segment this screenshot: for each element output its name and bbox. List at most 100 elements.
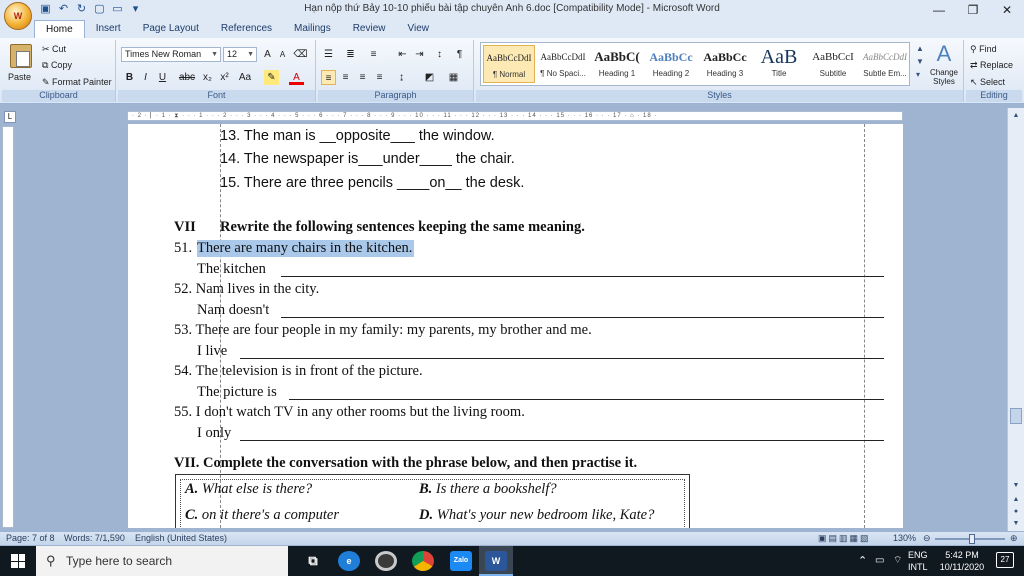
font-name-combo[interactable]: Times New Roman ▼ [121, 47, 221, 62]
increase-indent-icon[interactable]: ⇥ [412, 47, 427, 62]
change-styles-icon[interactable]: A [930, 41, 958, 67]
scroll-up-icon[interactable]: ▲ [1010, 110, 1022, 122]
style-subtitle[interactable]: AaBbCcI Subtitle [807, 45, 859, 83]
edge-browser-icon[interactable]: e [338, 551, 360, 571]
language-indicator[interactable]: English (United States) [135, 533, 227, 543]
tab-review[interactable]: Review [342, 20, 397, 38]
style-heading-2[interactable]: AaBbCc Heading 2 [645, 45, 697, 83]
tab-insert[interactable]: Insert [85, 20, 132, 38]
chrome-browser-icon[interactable] [412, 551, 434, 571]
zoom-level[interactable]: 130% [893, 533, 916, 543]
tab-selector-icon[interactable]: L [4, 111, 16, 123]
previous-page-icon[interactable]: ▲ [1010, 494, 1022, 506]
bold-icon[interactable]: B [122, 70, 137, 85]
bullets-icon[interactable]: ☰ [321, 47, 336, 62]
cut-button[interactable]: ✂ Cut [42, 44, 66, 55]
scroll-down-icon[interactable]: ▼ [1010, 480, 1022, 492]
page-count[interactable]: Page: 7 of 8 [6, 533, 55, 543]
highlight-icon[interactable]: ✎ [264, 70, 279, 85]
office-logo-icon: W [13, 11, 23, 21]
change-case-icon[interactable]: Aa [236, 70, 254, 85]
sort-icon[interactable]: ↕ [432, 47, 447, 62]
change-styles-button[interactable]: Change Styles [925, 68, 963, 86]
system-clock[interactable]: 5:42 PM 10/11/2020 [934, 549, 990, 573]
style-subtle-emphasis[interactable]: AaBbCcDdI Subtle Em... [861, 45, 909, 83]
close-button[interactable]: ✕ [990, 0, 1024, 20]
tab-view[interactable]: View [397, 20, 441, 38]
document-page[interactable]: 13. The man is __opposite___ the window.… [128, 124, 903, 528]
style-normal[interactable]: AaBbCcDdI ¶ Normal [483, 45, 535, 83]
media-player-icon[interactable] [375, 551, 397, 571]
tab-home[interactable]: Home [34, 20, 85, 38]
shrink-font-icon[interactable]: A [275, 47, 290, 62]
answer-line[interactable] [289, 399, 884, 400]
zoom-out-icon[interactable]: ⊖ [923, 533, 931, 544]
multilevel-list-icon[interactable]: ≡ [366, 47, 381, 62]
answer-line[interactable] [240, 358, 884, 359]
subscript-icon[interactable]: x₂ [200, 70, 215, 85]
decrease-indent-icon[interactable]: ⇤ [395, 47, 410, 62]
zalo-app-icon[interactable]: Zalo [450, 551, 472, 571]
editing-group: ⚲ Find ⇄ Replace ↖ Select Editing [966, 40, 1022, 102]
format-painter-button[interactable]: ✎ Format Painter [42, 77, 112, 88]
task-view-icon[interactable]: ⧉ [302, 551, 324, 571]
font-size-combo[interactable]: 12 ▼ [223, 47, 257, 62]
replace-button[interactable]: ⇄ Replace [970, 60, 1013, 71]
answer-prompt: The picture is [197, 384, 277, 400]
horizontal-ruler[interactable]: · 2 · ▏· 1 · ⧗ · · · 1 · · · 2 · · · 3 ·… [127, 111, 903, 121]
paste-icon[interactable] [10, 44, 32, 68]
shading-icon[interactable]: ◩ [422, 70, 437, 85]
battery-icon[interactable]: ▭ [875, 546, 884, 576]
wifi-icon[interactable]: ⌔ [893, 546, 902, 576]
zoom-in-icon[interactable]: ⊕ [1010, 533, 1018, 544]
tab-references[interactable]: References [210, 20, 283, 38]
select-button[interactable]: ↖ Select [970, 77, 1005, 88]
zoom-slider[interactable] [935, 534, 1005, 544]
strikethrough-icon[interactable]: abc [178, 70, 196, 85]
copy-button[interactable]: ⧉ Copy [42, 60, 72, 71]
font-color-icon[interactable]: A [289, 70, 304, 85]
style-heading-3[interactable]: AaBbCc Heading 3 [699, 45, 751, 83]
show-marks-icon[interactable]: ¶ [452, 47, 467, 62]
browse-object-icon[interactable]: ● [1010, 506, 1022, 518]
input-language[interactable]: ENG INTL [908, 549, 928, 573]
numbering-icon[interactable]: ≣ [343, 47, 358, 62]
start-button[interactable] [0, 546, 36, 576]
paste-button[interactable]: Paste [8, 72, 31, 82]
style-heading-1[interactable]: AaBbC(Heading 1 [591, 45, 643, 83]
underline-icon[interactable]: U [155, 70, 170, 85]
vertical-ruler[interactable] [2, 126, 14, 528]
answer-line[interactable] [240, 440, 884, 441]
align-left-icon[interactable]: ≡ [321, 70, 336, 85]
align-right-icon[interactable]: ≡ [355, 70, 370, 85]
answer-line[interactable] [281, 276, 884, 277]
align-center-icon[interactable]: ≡ [338, 70, 353, 85]
find-button[interactable]: ⚲ Find [970, 44, 997, 55]
tab-mailings[interactable]: Mailings [283, 20, 342, 38]
maximize-button[interactable]: ❐ [956, 0, 990, 20]
tab-page-layout[interactable]: Page Layout [132, 20, 210, 38]
taskbar-search[interactable]: ⚲ Type here to search [36, 546, 288, 576]
vertical-scrollbar[interactable]: ▲ ▼ ▲ ● ▼ [1007, 108, 1024, 531]
answer-line[interactable] [281, 317, 884, 318]
style-title[interactable]: AaB Title [753, 45, 805, 83]
option-a: A. What else is there? [185, 481, 313, 497]
show-hidden-icons-icon[interactable]: ⌃ [858, 546, 867, 576]
selected-text[interactable]: There are many chairs in the kitchen. [197, 240, 415, 257]
italic-icon[interactable]: I [138, 70, 153, 85]
minimize-button[interactable]: — [922, 0, 956, 20]
superscript-icon[interactable]: x² [217, 70, 232, 85]
office-button[interactable]: W [4, 2, 32, 30]
zoom-slider-knob[interactable] [969, 534, 975, 544]
notification-icon[interactable]: 27 [996, 552, 1014, 568]
grow-font-icon[interactable]: A [260, 47, 275, 62]
borders-icon[interactable]: ▦ [446, 70, 461, 85]
justify-icon[interactable]: ≡ [372, 70, 387, 85]
line-spacing-icon[interactable]: ↨ [394, 70, 409, 85]
scroll-thumb[interactable] [1010, 408, 1022, 424]
word-count[interactable]: Words: 7/1,590 [64, 533, 125, 543]
style-no-spacing[interactable]: AaBbCcDdI ¶ No Spaci... [537, 45, 589, 83]
next-page-icon[interactable]: ▼ [1010, 518, 1022, 530]
view-buttons-icon[interactable]: ▣▤▥▦▧ [818, 533, 871, 544]
clear-formatting-icon[interactable]: ⌫ [293, 47, 308, 62]
